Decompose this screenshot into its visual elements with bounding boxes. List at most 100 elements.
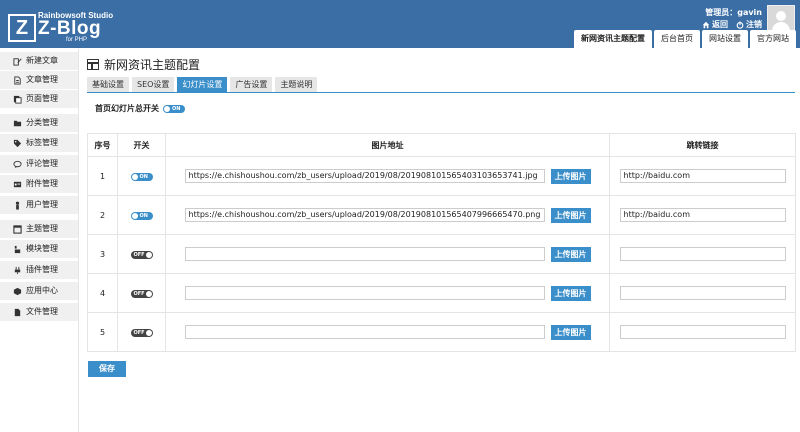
table-row: 2 ON https://e.chishoushou.com/zb_users/… bbox=[87, 195, 796, 235]
theme-icon bbox=[13, 224, 22, 234]
upload-image-button[interactable]: 上传图片 bbox=[550, 285, 591, 301]
link-url-input[interactable]: http://baidu.com bbox=[619, 208, 786, 222]
col-header-link: 跳转链接 bbox=[609, 133, 796, 157]
sidebar-item-modules[interactable]: 模块管理 bbox=[0, 240, 78, 259]
image-url-input[interactable] bbox=[184, 325, 545, 339]
folder-icon bbox=[13, 119, 22, 128]
top-tabs: 新网资讯主题配置 后台首页 网站设置 官方网站 bbox=[574, 30, 796, 48]
upload-image-button[interactable]: 上传图片 bbox=[550, 168, 591, 184]
tab-theme-info[interactable]: 主题说明 bbox=[275, 77, 318, 92]
row-toggle[interactable]: OFF bbox=[130, 251, 153, 259]
col-header-image: 图片地址 bbox=[165, 133, 610, 157]
page-title: 新网资讯主题配置 bbox=[104, 58, 201, 72]
tab-ad-settings[interactable]: 广告设置 bbox=[230, 77, 273, 92]
sidebar-item-users[interactable]: 用户管理 bbox=[0, 196, 78, 215]
sidebar-item-label: 分类管理 bbox=[26, 118, 58, 127]
row-index: 4 bbox=[87, 273, 118, 313]
link-url-input[interactable] bbox=[619, 286, 786, 300]
col-header-index: 序号 bbox=[87, 133, 118, 157]
sidebar-item-new-post[interactable]: 新建文章 bbox=[0, 52, 78, 71]
brand-sub: for PHP bbox=[66, 37, 88, 43]
upload-image-button[interactable]: 上传图片 bbox=[550, 246, 591, 262]
back-link[interactable]: 返回 bbox=[702, 19, 728, 30]
link-url-input[interactable] bbox=[619, 325, 786, 339]
plugin-icon bbox=[13, 266, 22, 275]
top-tab-dashboard[interactable]: 后台首页 bbox=[654, 30, 700, 48]
sidebar-item-files[interactable]: 文件管理 bbox=[0, 303, 78, 322]
sidebar-item-label: 评论管理 bbox=[26, 159, 58, 168]
upload-image-button[interactable]: 上传图片 bbox=[550, 324, 591, 340]
sidebar-item-comments[interactable]: 评论管理 bbox=[0, 155, 78, 174]
settings-tabs: 基础设置 SEO设置 幻灯片设置 广告设置 主题说明 bbox=[87, 77, 318, 92]
row-toggle[interactable]: OFF bbox=[130, 290, 153, 298]
top-header: Z Rainbowsoft Studio Z-Blog for PHP 管理员：… bbox=[0, 0, 800, 48]
file-icon bbox=[13, 308, 22, 317]
sidebar-item-pages[interactable]: 页面管理 bbox=[0, 90, 78, 109]
image-url-input[interactable]: https://e.chishoushou.com/zb_users/uploa… bbox=[184, 169, 545, 183]
sidebar-item-label: 文章管理 bbox=[26, 75, 58, 84]
upload-image-button[interactable]: 上传图片 bbox=[550, 207, 591, 223]
attachment-icon bbox=[13, 180, 22, 189]
slideshow-table: 序号 开关 图片地址 跳转链接 1 ON https://e.chishoush… bbox=[87, 133, 796, 352]
admin-user-label: 管理员：gavin bbox=[705, 8, 762, 17]
layout-icon bbox=[87, 59, 99, 70]
table-row: 5 OFF 上传图片 bbox=[87, 312, 796, 352]
tab-slideshow-settings[interactable]: 幻灯片设置 bbox=[177, 77, 228, 92]
sidebar-item-categories[interactable]: 分类管理 bbox=[0, 114, 78, 133]
tab-divider bbox=[87, 92, 795, 93]
row-toggle[interactable]: OFF bbox=[130, 329, 153, 337]
sidebar-item-app-center[interactable]: 应用中心 bbox=[0, 282, 78, 301]
sidebar-item-label: 用户管理 bbox=[26, 200, 58, 209]
top-tab-site-settings[interactable]: 网站设置 bbox=[702, 30, 748, 48]
image-url-input[interactable]: https://e.chishoushou.com/zb_users/uploa… bbox=[184, 208, 545, 222]
admin-links: 返回 注销 bbox=[702, 19, 762, 30]
sidebar-item-attachments[interactable]: 附件管理 bbox=[0, 175, 78, 194]
pages-icon bbox=[13, 95, 22, 104]
master-switch-toggle[interactable]: ON bbox=[163, 104, 185, 113]
row-index: 2 bbox=[87, 195, 118, 235]
pencil-icon bbox=[13, 57, 22, 66]
module-icon bbox=[13, 245, 22, 254]
top-tab-official-site[interactable]: 官方网站 bbox=[750, 30, 796, 48]
table-row: 1 ON https://e.chishoushou.com/zb_users/… bbox=[87, 156, 796, 196]
tag-icon bbox=[13, 139, 22, 148]
top-tab-theme-config[interactable]: 新网资讯主题配置 bbox=[574, 30, 652, 48]
row-index: 1 bbox=[87, 156, 118, 196]
tab-seo-settings[interactable]: SEO设置 bbox=[132, 77, 175, 92]
sidebar-item-label: 附件管理 bbox=[26, 179, 58, 188]
table-row: 3 OFF 上传图片 bbox=[87, 234, 796, 274]
table-header-row: 序号 开关 图片地址 跳转链接 bbox=[87, 133, 796, 157]
avatar[interactable] bbox=[767, 5, 795, 33]
sidebar-item-plugins[interactable]: 插件管理 bbox=[0, 261, 78, 280]
image-url-input[interactable] bbox=[184, 247, 545, 261]
image-url-input[interactable] bbox=[184, 286, 545, 300]
row-toggle[interactable]: ON bbox=[130, 173, 153, 181]
row-toggle[interactable]: ON bbox=[130, 212, 153, 220]
sidebar-item-label: 标签管理 bbox=[26, 138, 58, 147]
user-icon bbox=[13, 201, 22, 210]
link-url-input[interactable]: http://baidu.com bbox=[619, 169, 786, 183]
table-row: 4 OFF 上传图片 bbox=[87, 273, 796, 313]
back-link-label: 返回 bbox=[712, 20, 728, 29]
row-index: 3 bbox=[87, 234, 118, 274]
comment-icon bbox=[13, 160, 22, 169]
row-index: 5 bbox=[87, 312, 118, 352]
document-icon bbox=[13, 75, 22, 85]
logout-link-label: 注销 bbox=[746, 20, 762, 29]
logout-link[interactable]: 注销 bbox=[736, 19, 762, 30]
app-center-icon bbox=[13, 287, 22, 296]
power-icon bbox=[736, 20, 744, 29]
sidebar-item-posts[interactable]: 文章管理 bbox=[0, 71, 78, 90]
home-icon bbox=[702, 21, 710, 28]
sidebar-item-themes[interactable]: 主题管理 bbox=[0, 220, 78, 239]
sidebar-item-label: 应用中心 bbox=[26, 286, 58, 295]
master-switch-label: 首页幻灯片总开关 bbox=[95, 104, 159, 113]
save-button[interactable]: 保存 bbox=[88, 361, 126, 377]
sidebar-item-tags[interactable]: 标签管理 bbox=[0, 134, 78, 153]
page-header: 新网资讯主题配置 bbox=[87, 56, 200, 73]
tab-basic-settings[interactable]: 基础设置 bbox=[87, 77, 129, 92]
sidebar-item-label: 插件管理 bbox=[26, 265, 58, 274]
link-url-input[interactable] bbox=[619, 247, 786, 261]
zblog-logo-icon[interactable]: Z bbox=[8, 14, 36, 42]
sidebar: 新建文章 文章管理 页面管理 分类管理 标签管理 评论管理 附件管理 用户管理 … bbox=[0, 49, 79, 432]
